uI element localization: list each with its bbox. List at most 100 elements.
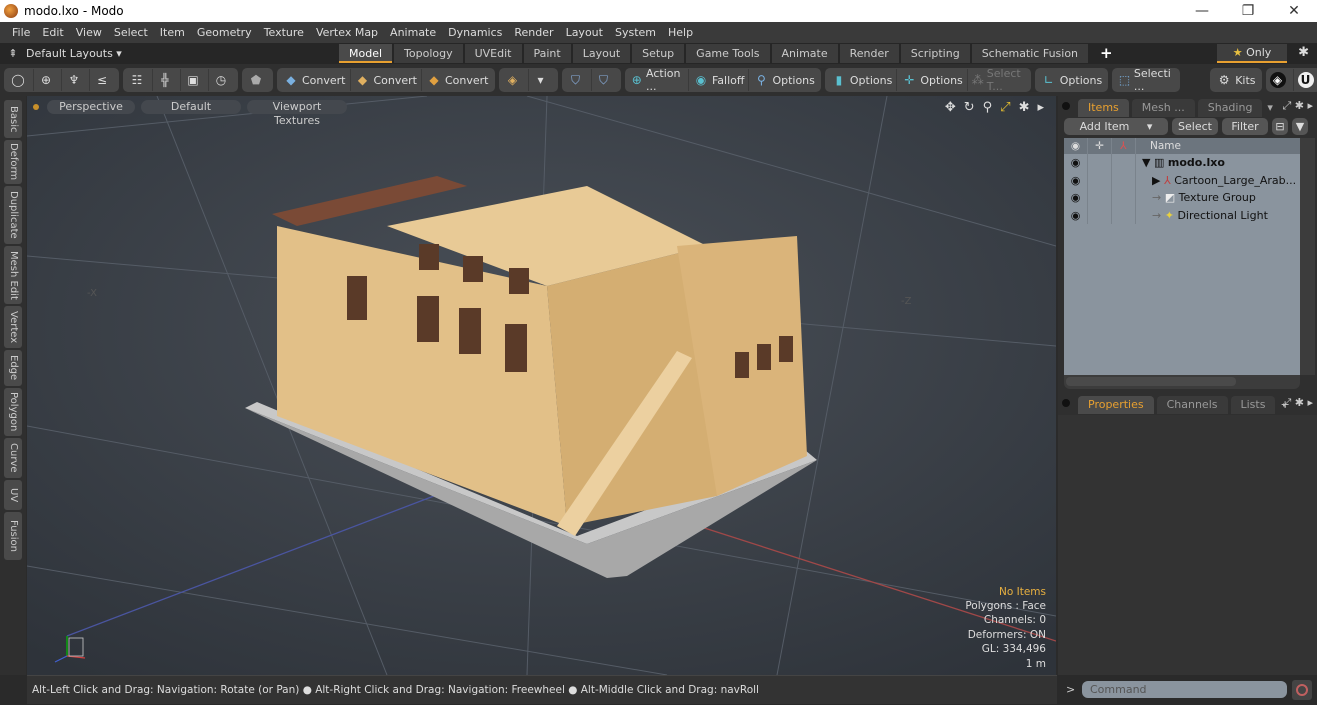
axis-options-button[interactable]: ∟ Options (1037, 69, 1106, 91)
funnel-icon[interactable]: ▼ (1292, 118, 1308, 135)
restore-button[interactable]: ❐ (1225, 3, 1271, 19)
tab-animate[interactable]: Animate (771, 44, 838, 63)
eye-icon[interactable]: ◉ (1064, 154, 1088, 172)
expand-toggle[interactable]: ▶ (1152, 174, 1160, 187)
tree-row-directional-light[interactable]: ◉ → ✦ Directional Light (1064, 206, 1300, 224)
menu-animate[interactable]: Animate (384, 26, 442, 39)
filter-button[interactable]: Filter (1222, 118, 1268, 135)
select-button[interactable]: Select (1172, 118, 1218, 135)
frame-button[interactable]: ▣ (181, 69, 209, 91)
panel-arrow-icon[interactable]: ▸ (1307, 99, 1313, 112)
close-button[interactable]: ✕ (1271, 3, 1317, 19)
convert-button-1[interactable]: ◆ Convert (279, 69, 351, 91)
tree-row-modo-lxo[interactable]: ◉ ▼ ▥ modo.lxo (1064, 154, 1300, 172)
menu-vertex-map[interactable]: Vertex Map (310, 26, 384, 39)
viewport-gear-icon[interactable]: ✱ (1019, 100, 1030, 115)
falloff-button[interactable]: ◉ Falloff (689, 69, 750, 91)
tab-properties[interactable]: Properties (1078, 396, 1154, 414)
sidetab-uv[interactable]: UV (4, 480, 22, 510)
pen-button[interactable]: ♆ (62, 69, 90, 91)
sidetab-edge[interactable]: Edge (4, 350, 22, 386)
sidetab-polygon[interactable]: Polygon (4, 388, 22, 436)
sidetab-deform[interactable]: Deform (4, 140, 22, 184)
layout-up-icon[interactable]: ⇞ (0, 47, 26, 60)
panel-gear-icon[interactable]: ✱ (1295, 396, 1304, 409)
tab-paint[interactable]: Paint (523, 44, 571, 63)
add-item-button[interactable]: Add Item ▾ (1064, 118, 1168, 135)
workplane-options-button[interactable]: ✛ Options (897, 69, 968, 91)
convert-button-3[interactable]: ◆ Convert (422, 69, 493, 91)
sidetab-basic[interactable]: Basic (4, 100, 22, 138)
tree-vertical-scrollbar[interactable] (1300, 138, 1315, 375)
view-type-dropdown[interactable]: Perspective (47, 100, 135, 114)
tab-scripting[interactable]: Scripting (900, 44, 970, 63)
layout-gear-icon[interactable]: ✱ (1298, 45, 1309, 60)
timer-button[interactable]: ◷ (209, 69, 236, 91)
workplane-button[interactable]: ⛉ (592, 69, 619, 91)
menu-view[interactable]: View (70, 26, 108, 39)
unity-button[interactable]: ◈ (1266, 69, 1294, 91)
eye-icon[interactable]: ◉ (1064, 206, 1088, 224)
default-layouts-dropdown[interactable]: Default Layouts ▾ (26, 47, 311, 60)
add-layout-tab-button[interactable]: + (1090, 44, 1123, 63)
sidetab-curve[interactable]: Curve (4, 438, 22, 478)
shading-dropdown[interactable]: Default (141, 100, 241, 114)
lock-column-icon[interactable]: ✛ (1088, 138, 1112, 154)
panel-arrow-icon[interactable]: ▸ (1307, 396, 1313, 409)
cube-mode-dropdown[interactable]: ▾ (529, 69, 556, 91)
symmetry-button[interactable]: ⛉ (564, 69, 592, 91)
menu-dynamics[interactable]: Dynamics (442, 26, 508, 39)
tab-mesh[interactable]: Mesh ... (1131, 99, 1195, 117)
pan-icon[interactable]: ✥ (945, 100, 956, 115)
sidetab-fusion[interactable]: Fusion (4, 512, 22, 560)
visibility-column-icon[interactable]: ◉ (1064, 138, 1088, 154)
command-input[interactable]: Command (1082, 681, 1287, 698)
menu-select[interactable]: Select (108, 26, 154, 39)
panel-corner-icon[interactable] (1062, 399, 1070, 407)
sidetab-vertex[interactable]: Vertex (4, 306, 22, 348)
action-center-button[interactable]: ⊕ Action ... (627, 67, 689, 93)
viewport-menu-dot[interactable] (33, 104, 39, 110)
curve-button[interactable]: ≤ (90, 69, 117, 91)
tab-topology[interactable]: Topology (394, 44, 463, 63)
kits-button[interactable]: ⚙ Kits (1212, 69, 1259, 91)
tab-channels[interactable]: Channels (1156, 396, 1228, 414)
unreal-button[interactable]: U (1294, 69, 1317, 91)
symmetry-options-button[interactable]: ▮ Options (827, 69, 898, 91)
snapping-options-button[interactable]: ⚲ Options (749, 69, 818, 91)
tab-game-tools[interactable]: Game Tools (686, 44, 770, 63)
sidetab-duplicate[interactable]: Duplicate (4, 186, 22, 244)
tree-row-texture-group[interactable]: ◉ → ◩ Texture Group (1064, 189, 1300, 207)
selection-sets-button[interactable]: ⬚ Selecti ... (1114, 67, 1178, 93)
type-column-icon[interactable]: ⅄ (1112, 138, 1136, 154)
collapse-icon[interactable]: ⊟ (1272, 118, 1288, 135)
tab-setup[interactable]: Setup (632, 44, 685, 63)
menu-item[interactable]: Item (154, 26, 191, 39)
expand-arrow-icon[interactable]: ▸ (1037, 100, 1044, 115)
tab-render[interactable]: Render (839, 44, 899, 63)
sidetab-mesh-edit[interactable]: Mesh Edit (4, 246, 22, 304)
tabs-dropdown-icon[interactable]: ▾ (1267, 99, 1273, 117)
menu-system[interactable]: System (609, 26, 662, 39)
tree-row-cartoon-mesh[interactable]: ◉ ▶ ⅄ Cartoon_Large_Arab... (1064, 171, 1300, 189)
name-column-header[interactable]: Name (1136, 138, 1181, 154)
cube-mode-button[interactable]: ◈ (501, 69, 529, 91)
tab-lists[interactable]: Lists (1230, 396, 1276, 414)
tab-model[interactable]: Model (339, 44, 393, 63)
menu-texture[interactable]: Texture (258, 26, 310, 39)
eye-icon[interactable]: ◉ (1064, 189, 1088, 207)
panel-corner-icon[interactable] (1062, 102, 1070, 110)
menu-help[interactable]: Help (662, 26, 699, 39)
sphere-button[interactable]: ⊕ (34, 69, 62, 91)
zoom-icon[interactable]: ⚲ (983, 100, 993, 115)
tab-items[interactable]: Items (1078, 99, 1129, 117)
arrange-button[interactable]: ☷ (125, 69, 153, 91)
cross-button[interactable]: ╬ (153, 69, 181, 91)
tab-layout[interactable]: Layout (572, 44, 631, 63)
menu-edit[interactable]: Edit (36, 26, 69, 39)
shield-button[interactable]: ⬟ (244, 69, 271, 91)
maximize-icon[interactable]: ⤢ (1282, 99, 1291, 112)
maximize-icon[interactable]: ⤢ (1282, 396, 1291, 409)
3d-viewport[interactable]: Perspective Default Viewport Textures ✥ … (27, 96, 1056, 675)
expand-toggle[interactable]: ▼ (1142, 156, 1150, 169)
